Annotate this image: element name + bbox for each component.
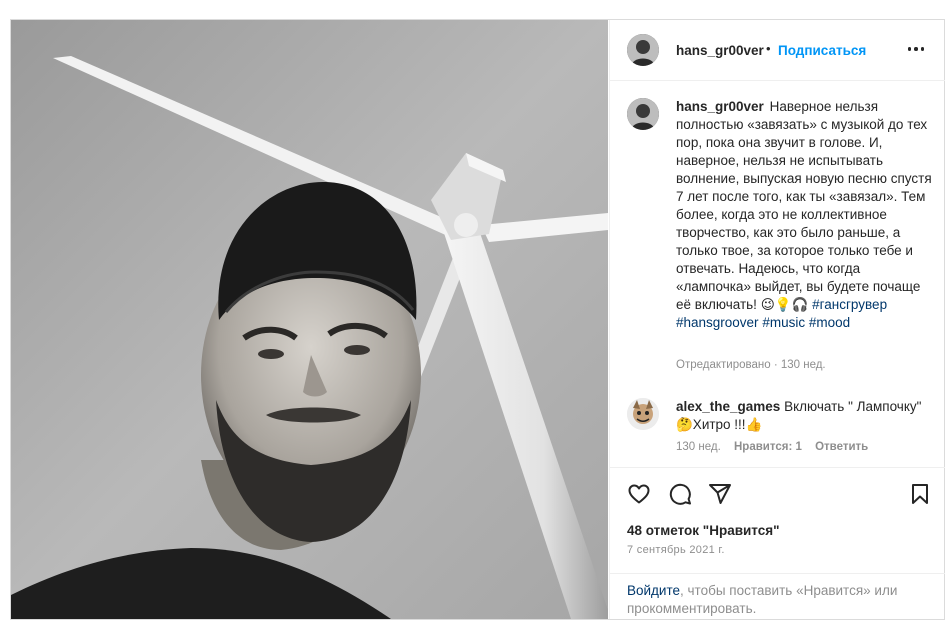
commenter-avatar[interactable] xyxy=(627,398,659,430)
header-separator: • xyxy=(766,41,771,56)
comment-age: 130 нед. xyxy=(676,441,721,453)
comment-meta: 130 нед. Нравится: 1 Ответить xyxy=(676,441,878,453)
follow-button[interactable]: Подписаться xyxy=(778,43,866,58)
reply-button[interactable]: Ответить xyxy=(815,441,868,453)
more-options-icon[interactable] xyxy=(906,42,928,56)
post-photo[interactable] xyxy=(11,20,608,619)
hashtag-link[interactable]: #гансгрувер xyxy=(812,297,887,312)
commenter-username[interactable]: alex_the_games xyxy=(676,399,780,414)
login-link[interactable]: Войдите xyxy=(627,583,680,598)
post-actions: 48 отметок "Нравится" 7 сентябрь 2021 г. xyxy=(610,467,945,568)
hashtag-link[interactable]: #mood xyxy=(809,315,850,330)
comment-icon[interactable] xyxy=(668,482,692,506)
avatar-image xyxy=(627,34,659,66)
author-username[interactable]: hans_gr00ver xyxy=(676,43,764,58)
post-side-panel: hans_gr00ver • Подписаться hans_gr00ver … xyxy=(609,20,945,619)
caption-meta: Отредактировано · 130 нед. xyxy=(676,359,826,371)
post-date: 7 сентябрь 2021 г. xyxy=(627,544,725,556)
hashtag-link[interactable]: #hansgroover xyxy=(676,315,759,330)
avatar-image xyxy=(627,98,659,130)
post-header: hans_gr00ver • Подписаться xyxy=(610,20,945,81)
bookmark-icon[interactable] xyxy=(908,482,932,506)
share-icon[interactable] xyxy=(708,482,732,506)
author-avatar[interactable] xyxy=(627,34,659,66)
post-caption: hans_gr00ver Наверное нельзя полностью «… xyxy=(676,98,934,332)
caption-avatar[interactable] xyxy=(627,98,659,130)
login-prompt: Войдите, чтобы поставить «Нравится» или … xyxy=(610,573,945,620)
instagram-post: hans_gr00ver • Подписаться hans_gr00ver … xyxy=(10,19,945,620)
login-prompt-text: Войдите, чтобы поставить «Нравится» или … xyxy=(627,582,927,618)
avatar-image xyxy=(627,398,659,430)
likes-count[interactable]: 48 отметок "Нравится" xyxy=(627,523,780,538)
heart-icon[interactable] xyxy=(627,482,651,506)
hashtag-link[interactable]: #music xyxy=(762,315,805,330)
caption-username[interactable]: hans_gr00ver xyxy=(676,99,764,114)
caption-text: Наверное нельзя полностью «завязать» с м… xyxy=(676,99,932,312)
caption-emoji: 😉💡🎧 xyxy=(760,297,809,312)
selfie-wind-turbine-image xyxy=(11,20,608,619)
comment: alex_the_games Включать " Лампочку" 🤔Хит… xyxy=(676,398,938,434)
comment-likes[interactable]: Нравится: 1 xyxy=(734,441,802,453)
